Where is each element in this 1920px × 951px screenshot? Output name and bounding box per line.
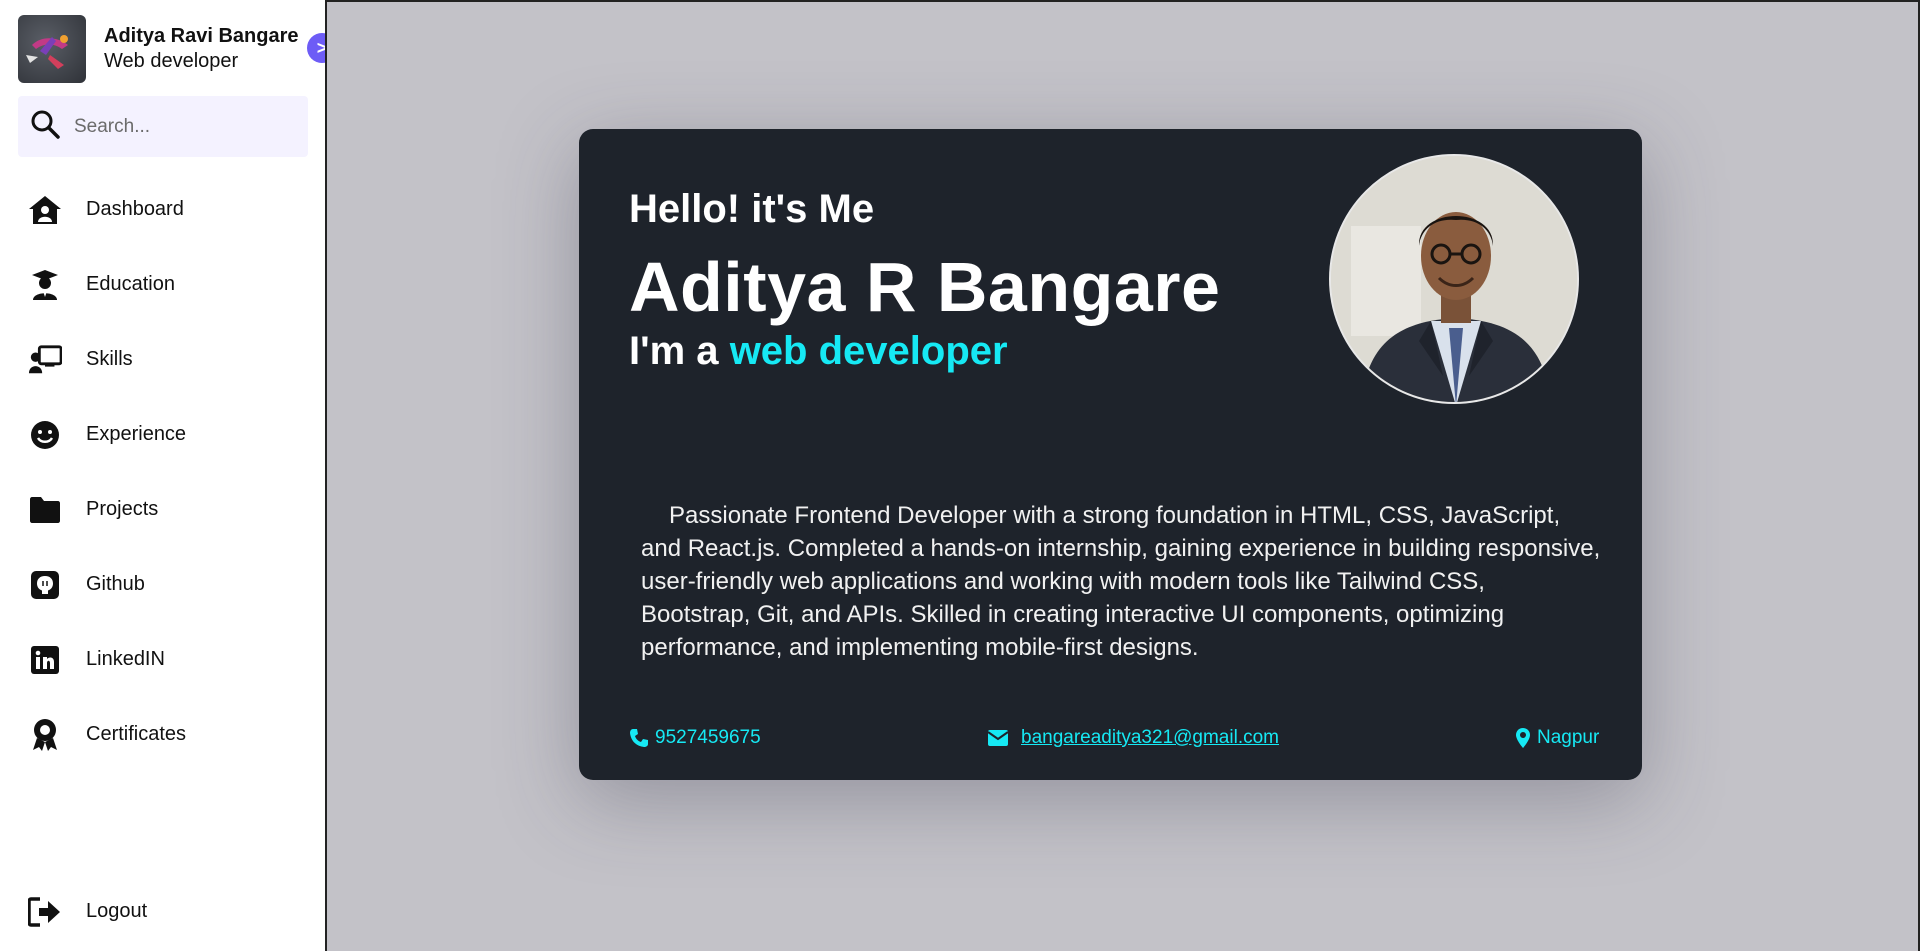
folder-icon [28,493,62,527]
house-user-icon [28,193,62,227]
sidebar-item-dashboard[interactable]: Dashboard [0,172,325,247]
hero-name: Aditya R Bangare [629,248,1221,326]
teacher-board-icon [28,343,62,377]
contact-email: bangareaditya321@gmail.com [987,727,1279,749]
hero-tagline: I'm a web developer [629,329,1008,374]
intro-card: Hello! it's Me Aditya R Bangare I'm a we… [579,129,1642,780]
bio-paragraph: Passionate Frontend Developer with a str… [641,502,1601,661]
phone-icon [629,728,649,748]
profile-name: Aditya Ravi Bangare [104,25,299,47]
tagline-prefix: I'm a [629,329,719,373]
sidebar-item-projects[interactable]: Projects [0,472,325,547]
logout-button[interactable]: Logout [0,874,147,949]
linkedin-icon [28,643,62,677]
sidebar-item-certificates[interactable]: Certificates [0,697,325,772]
envelope-icon [987,729,1009,747]
sidebar-item-label: Skills [86,348,133,370]
main-content: Hello! it's Me Aditya R Bangare I'm a we… [325,0,1920,951]
location-text: Nagpur [1537,727,1600,748]
sidebar: Aditya Ravi Bangare Web developer > Dash… [0,0,337,951]
location-pin-icon [1515,727,1531,749]
sidebar-item-linkedin[interactable]: LinkedIN [0,622,325,697]
sidebar-item-experience[interactable]: Experience [0,397,325,472]
contact-phone: 9527459675 [629,727,761,749]
sidebar-item-skills[interactable]: Skills [0,322,325,397]
tagline-accent: web developer [729,329,1008,373]
sidebar-item-label: Dashboard [86,198,184,220]
profile-header: Aditya Ravi Bangare Web developer [18,15,299,83]
sidebar-item-label: LinkedIN [86,648,165,670]
profile-role: Web developer [104,50,239,72]
search-box [18,96,308,157]
greeting-text: Hello! it's Me [629,187,875,231]
sidebar-item-label: Projects [86,498,159,520]
github-icon [28,568,62,602]
sidebar-item-github[interactable]: Github [0,547,325,622]
profile-logo [18,15,86,83]
sidebar-item-label: Github [86,573,145,595]
smile-icon [28,418,62,452]
sidebar-item-label: Education [86,273,175,295]
sidebar-item-education[interactable]: Education [0,247,325,322]
graduate-icon [28,268,62,302]
award-icon [28,718,62,752]
contact-location: Nagpur [1515,727,1599,749]
profile-photo [1329,154,1579,404]
phone-number: 9527459675 [655,727,761,748]
sidebar-nav: Dashboard Education Skills Experience Pr… [0,172,325,772]
search-input[interactable] [74,115,294,138]
sidebar-item-label: Certificates [86,723,187,745]
sidebar-item-label: Experience [86,423,187,445]
logout-label: Logout [86,900,148,922]
search-icon[interactable] [30,109,60,144]
logout-icon [28,895,62,929]
email-link[interactable]: bangareaditya321@gmail.com [1021,727,1279,749]
